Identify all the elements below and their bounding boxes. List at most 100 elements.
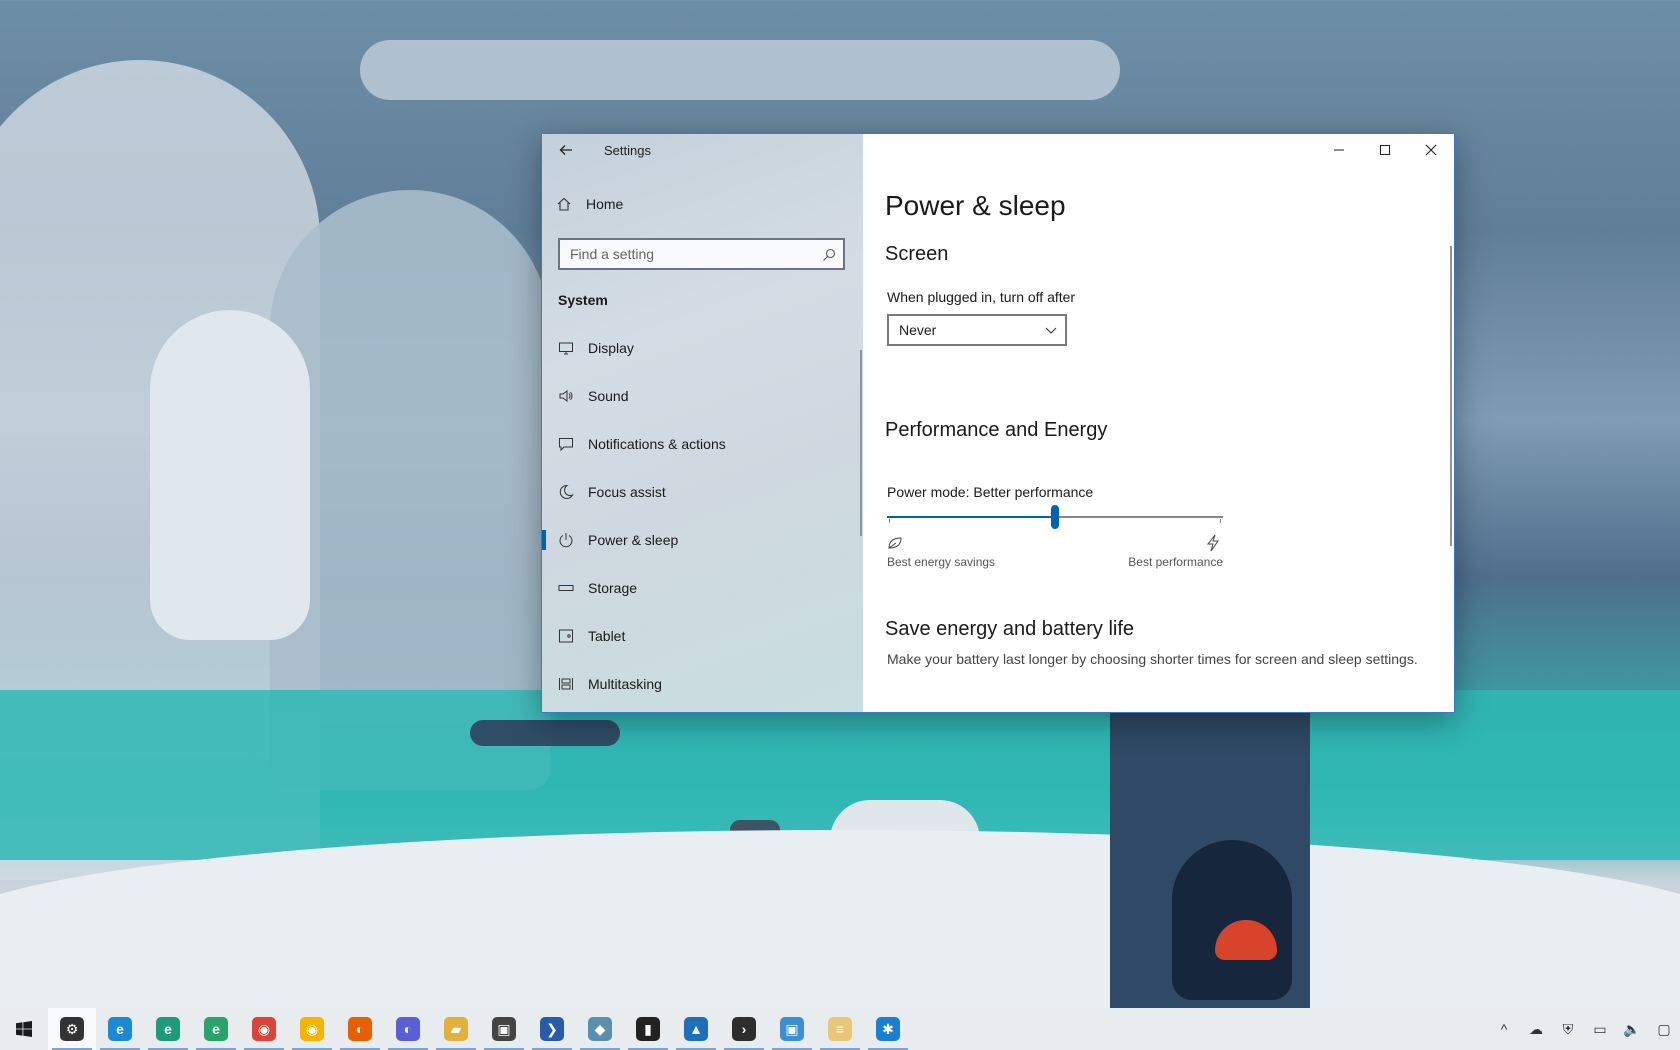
sidebar-item-label: Focus assist — [588, 484, 666, 500]
sidebar-item-sound[interactable]: Sound — [542, 372, 862, 420]
taskbar-app-snip[interactable]: ✱ — [864, 1008, 912, 1050]
taskbar-app-chrome-canary[interactable]: ◉ — [288, 1008, 336, 1050]
start-button[interactable] — [0, 1008, 48, 1050]
search-placeholder: Find a setting — [570, 246, 655, 262]
wallpaper-cloud — [360, 40, 1120, 100]
sidebar-item-label: Power & sleep — [588, 532, 679, 548]
taskbar-app-powershell[interactable]: ❯ — [528, 1008, 576, 1050]
nav-scrollbar[interactable] — [860, 350, 862, 536]
slider-fill — [887, 516, 1055, 518]
remote-desktop-icon: ▣ — [780, 1017, 804, 1041]
caption-buttons — [1316, 134, 1454, 166]
taskbar-app-store[interactable]: ▣ — [480, 1008, 528, 1050]
performance-heading: Performance and Energy — [885, 419, 1108, 441]
taskbar-app-remote-desktop[interactable]: ▣ — [768, 1008, 816, 1050]
settings-window: Settings Home Find a setting System Disp… — [541, 133, 1455, 713]
sidebar-item-label: Sound — [588, 388, 629, 404]
chevron-up-icon[interactable]: ^ — [1488, 1008, 1520, 1050]
save-energy-heading: Save energy and battery life — [885, 618, 1135, 640]
gear-app-icon: ✱ — [876, 1017, 900, 1041]
sidebar-item-focus-assist[interactable]: Focus assist — [542, 468, 862, 516]
network-icon[interactable]: ▭ — [1584, 1008, 1616, 1050]
wallpaper-rock — [470, 720, 620, 746]
back-arrow-icon — [559, 145, 572, 155]
taskbar: ⚙ e e e ◉ ◉ ◐ ◐ ▰ ▣ ❯ ◆ ▮ ▲ › ▣ ≡ ✱ ^ ☁ ⛨ ▭ 🔈 ▢ — [0, 1008, 1680, 1050]
taskbar-app-settings[interactable]: ⚙ — [48, 1008, 96, 1050]
tablet-icon — [558, 628, 574, 644]
sidebar-item-power-sleep[interactable]: Power & sleep — [542, 516, 862, 564]
taskbar-apps: ⚙ e e e ◉ ◉ ◐ ◐ ▰ ▣ ❯ ◆ ▮ ▲ › ▣ ≡ ✱ — [48, 1008, 912, 1050]
dropdown-value: Never — [899, 322, 937, 338]
wallpaper-tree — [150, 310, 310, 640]
moon-icon — [558, 484, 574, 500]
sidebar-item-tablet[interactable]: Tablet — [542, 612, 862, 660]
wallpaper-rock — [830, 800, 980, 850]
content-pane: Power & sleep Screen When plugged in, tu… — [863, 134, 1454, 712]
taskbar-app-command-prompt[interactable]: ▮ — [624, 1008, 672, 1050]
store-icon: ▣ — [492, 1017, 516, 1041]
sidebar-item-label: Tablet — [588, 628, 626, 644]
action-center-icon[interactable]: ▢ — [1648, 1008, 1680, 1050]
screen-timeout-dropdown[interactable]: Never — [887, 314, 1067, 346]
sidebar-item-storage[interactable]: Storage — [542, 564, 862, 612]
leaf-icon — [888, 537, 902, 549]
slider-tick — [889, 519, 890, 523]
wallpaper-rock — [730, 820, 780, 840]
slider-thumb[interactable] — [1051, 505, 1059, 529]
taskbar-app-firefox[interactable]: ◐ — [336, 1008, 384, 1050]
maximize-button[interactable] — [1362, 134, 1408, 166]
home-link[interactable]: Home — [556, 196, 623, 212]
firefox-dev-icon: ◐ — [396, 1017, 420, 1041]
sidebar-item-label: Display — [588, 340, 634, 356]
search-input[interactable]: Find a setting — [558, 238, 845, 270]
home-icon — [556, 196, 572, 212]
back-button[interactable] — [554, 140, 578, 164]
taskbar-app-edge-canary[interactable]: e — [192, 1008, 240, 1050]
sidebar-item-label: Notifications & actions — [588, 436, 726, 452]
taskbar-app-feedback[interactable]: ◆ — [576, 1008, 624, 1050]
security-icon[interactable]: ⛨ — [1552, 1008, 1584, 1050]
content-scrollbar[interactable] — [1450, 246, 1452, 546]
save-energy-description: Make your battery last longer by choosin… — [887, 651, 1418, 667]
wallpaper-hill — [0, 60, 320, 880]
sidebar-item-notifications[interactable]: Notifications & actions — [542, 420, 862, 468]
taskbar-app-chrome[interactable]: ◉ — [240, 1008, 288, 1050]
search-icon — [821, 247, 837, 263]
system-tray: ^ ☁ ⛨ ▭ 🔈 ▢ — [1488, 1008, 1680, 1050]
taskbar-app-terminal[interactable]: › — [720, 1008, 768, 1050]
windows-logo-icon — [16, 1021, 32, 1037]
sidebar-item-label: Multitasking — [588, 676, 662, 692]
chrome-icon: ◉ — [252, 1017, 276, 1041]
power-mode-label: Power mode: Better performance — [887, 484, 1094, 500]
multitasking-icon — [558, 676, 574, 692]
taskbar-app-edge[interactable]: e — [96, 1008, 144, 1050]
close-button[interactable] — [1408, 134, 1454, 166]
terminal-app-icon: › — [732, 1017, 756, 1041]
notification-icon — [558, 436, 574, 452]
minimize-button[interactable] — [1316, 134, 1362, 166]
slider-tick — [1220, 519, 1221, 523]
minimize-icon — [1334, 149, 1344, 151]
taskbar-app-file-explorer[interactable]: ▰ — [432, 1008, 480, 1050]
notepad-icon: ≡ — [828, 1017, 852, 1041]
chrome-canary-icon: ◉ — [300, 1017, 324, 1041]
volume-icon[interactable]: 🔈 — [1616, 1008, 1648, 1050]
photos-icon: ▲ — [684, 1017, 708, 1041]
taskbar-app-photos[interactable]: ▲ — [672, 1008, 720, 1050]
page-title: Power & sleep — [885, 190, 1066, 221]
sidebar-item-display[interactable]: Display — [542, 324, 862, 372]
wallpaper-tree-hollow — [1172, 840, 1292, 1000]
taskbar-app-edge-dev[interactable]: e — [144, 1008, 192, 1050]
folder-icon: ▰ — [444, 1017, 468, 1041]
taskbar-app-notepad[interactable]: ≡ — [816, 1008, 864, 1050]
sidebar-item-multitasking[interactable]: Multitasking — [542, 660, 862, 708]
taskbar-app-firefox-dev[interactable]: ◐ — [384, 1008, 432, 1050]
powershell-icon: ❯ — [540, 1017, 564, 1041]
edge-canary-icon: e — [204, 1017, 228, 1041]
gear-icon: ⚙ — [60, 1017, 84, 1041]
best-energy-label: Best energy savings — [887, 555, 996, 569]
power-mode-slider[interactable] — [887, 505, 1223, 529]
onedrive-icon[interactable]: ☁ — [1520, 1008, 1552, 1050]
sidebar-item-label: Storage — [588, 580, 638, 596]
plugged-in-label: When plugged in, turn off after — [887, 289, 1076, 305]
